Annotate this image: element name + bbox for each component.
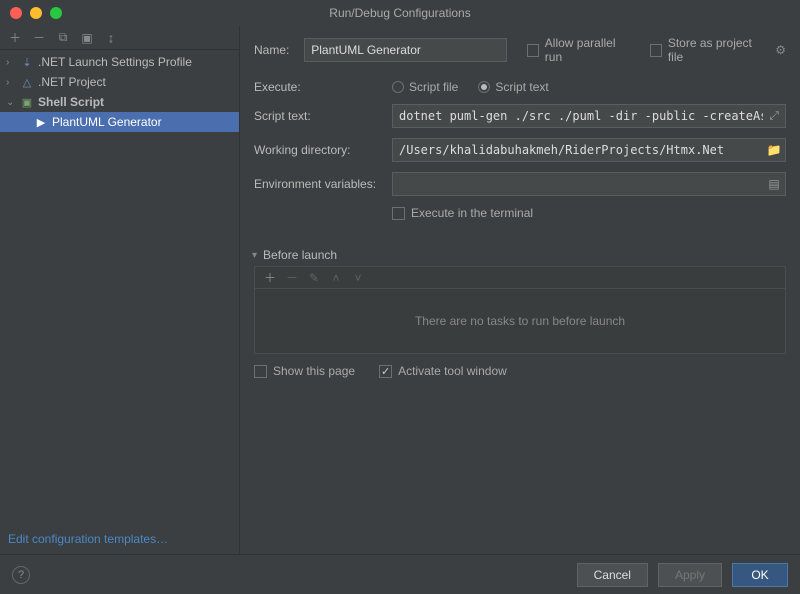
script-text-label: Script text: (254, 109, 382, 123)
working-dir-label: Working directory: (254, 143, 382, 157)
env-input[interactable] (392, 172, 786, 196)
down-task-icon[interactable]: ˅ (351, 271, 365, 285)
gear-icon[interactable]: ⚙ (775, 43, 786, 57)
tree-item-label: Shell Script (38, 95, 104, 109)
close-window-icon[interactable] (10, 7, 22, 19)
radio-label: Script text (495, 80, 548, 94)
env-row: Environment variables: ▤ (254, 172, 786, 196)
sidebar-toolbar: ＋ － ⧉ ▣ ↨ (0, 26, 239, 50)
allow-parallel-checkbox[interactable]: Allow parallel run (527, 36, 628, 64)
add-config-icon[interactable]: ＋ (8, 31, 22, 45)
edit-templates-link[interactable]: Edit configuration templates… (8, 532, 168, 546)
env-label: Environment variables: (254, 177, 382, 191)
sidebar-footer: Edit configuration templates… (0, 524, 239, 554)
checkbox-icon (254, 365, 267, 378)
post-options-row: Show this page Activate tool window (254, 364, 786, 378)
window-title: Run/Debug Configurations (0, 6, 800, 20)
activate-tool-checkbox[interactable]: Activate tool window (379, 364, 507, 378)
footer: ? Cancel Apply OK (0, 554, 800, 594)
ok-button[interactable]: OK (732, 563, 788, 587)
before-launch-box: ＋ － ✎ ˄ ˅ There are no tasks to run befo… (254, 266, 786, 354)
copy-config-icon[interactable]: ⧉ (56, 31, 70, 45)
apply-button: Apply (658, 563, 722, 587)
show-this-page-checkbox[interactable]: Show this page (254, 364, 355, 378)
terminal-row: Execute in the terminal (392, 206, 786, 220)
name-row: Name: Allow parallel run Store as projec… (254, 36, 786, 64)
config-tree: › ⇣ .NET Launch Settings Profile › △ .NE… (0, 50, 239, 524)
name-input[interactable] (304, 38, 507, 62)
tree-row-plantuml-generator[interactable]: ▶ PlantUML Generator (0, 112, 239, 132)
shell-file-icon: ▶ (34, 116, 48, 129)
checkbox-icon (379, 365, 392, 378)
folder-icon[interactable]: 📁 (766, 143, 782, 157)
content: Name: Allow parallel run Store as projec… (240, 26, 800, 554)
remove-config-icon[interactable]: － (32, 31, 46, 45)
working-dir-row: Working directory: 📁 (254, 138, 786, 162)
traffic-lights (0, 7, 62, 19)
tree-row-net-project[interactable]: › △ .NET Project (0, 72, 239, 92)
maximize-window-icon[interactable] (50, 7, 62, 19)
dotnet-icon: △ (20, 76, 34, 89)
tree-row-net-launch[interactable]: › ⇣ .NET Launch Settings Profile (0, 52, 239, 72)
section-title: Before launch (263, 248, 337, 262)
sidebar: ＋ － ⧉ ▣ ↨ › ⇣ .NET Launch Settings Profi… (0, 26, 240, 554)
checkbox-label: Store as project file (668, 36, 761, 64)
chevron-right-icon: › (6, 57, 16, 68)
remove-task-icon[interactable]: － (285, 271, 299, 285)
add-task-icon[interactable]: ＋ (263, 271, 277, 285)
checkbox-label: Allow parallel run (545, 36, 628, 64)
list-icon[interactable]: ▤ (766, 177, 782, 191)
checkbox-label: Execute in the terminal (411, 206, 533, 220)
checkbox-label: Activate tool window (398, 364, 507, 378)
tree-item-label: PlantUML Generator (52, 115, 162, 129)
script-text-radio[interactable]: Script text (478, 80, 548, 94)
store-project-checkbox[interactable]: Store as project file (650, 36, 761, 64)
radio-label: Script file (409, 80, 458, 94)
checkbox-label: Show this page (273, 364, 355, 378)
script-text-input[interactable] (392, 104, 786, 128)
radio-icon (478, 81, 490, 93)
download-icon: ⇣ (20, 56, 34, 69)
execute-row: Execute: Script file Script text (254, 80, 786, 94)
edit-task-icon[interactable]: ✎ (307, 271, 321, 285)
script-file-radio[interactable]: Script file (392, 80, 458, 94)
tree-item-label: .NET Launch Settings Profile (38, 55, 192, 69)
tree-item-label: .NET Project (38, 75, 106, 89)
chevron-down-icon: ⌄ (6, 97, 16, 108)
terminal-icon: ▣ (20, 96, 34, 109)
folder-config-icon[interactable]: ▣ (80, 31, 94, 45)
checkbox-icon (650, 44, 662, 57)
triangle-down-icon: ▾ (252, 250, 257, 261)
before-toolbar: ＋ － ✎ ˄ ˅ (255, 267, 785, 289)
minimize-window-icon[interactable] (30, 7, 42, 19)
chevron-right-icon: › (6, 77, 16, 88)
checkbox-icon (392, 207, 405, 220)
radio-icon (392, 81, 404, 93)
before-empty-text: There are no tasks to run before launch (255, 289, 785, 353)
script-text-row: Script text: ⤢ (254, 104, 786, 128)
execute-label: Execute: (254, 80, 382, 94)
move-up-down-icon[interactable]: ↨ (104, 31, 118, 45)
help-icon[interactable]: ? (12, 566, 30, 584)
tree-row-shell-script[interactable]: ⌄ ▣ Shell Script (0, 92, 239, 112)
cancel-button[interactable]: Cancel (577, 563, 648, 587)
execute-terminal-checkbox[interactable]: Execute in the terminal (392, 206, 533, 220)
up-task-icon[interactable]: ˄ (329, 271, 343, 285)
working-dir-input[interactable] (392, 138, 786, 162)
checkbox-icon (527, 44, 539, 57)
titlebar: Run/Debug Configurations (0, 0, 800, 26)
main: ＋ － ⧉ ▣ ↨ › ⇣ .NET Launch Settings Profi… (0, 26, 800, 554)
before-launch-header[interactable]: ▾ Before launch (252, 248, 786, 262)
name-label: Name: (254, 43, 294, 57)
expand-icon[interactable]: ⤢ (766, 109, 782, 124)
